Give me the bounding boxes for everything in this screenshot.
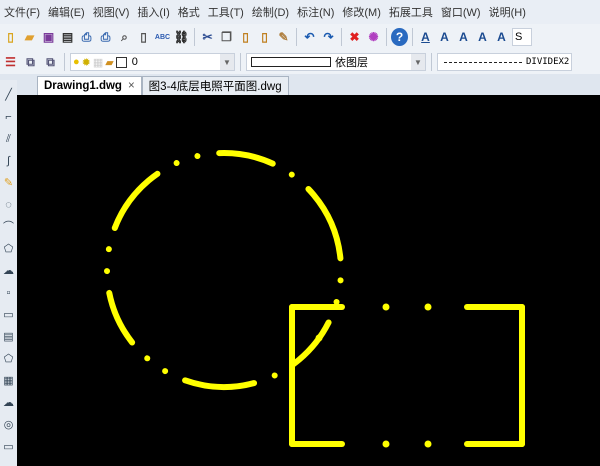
revcloud-icon[interactable]: ☁ xyxy=(3,262,14,280)
tab-label: 图3-4底层电照平面图.dwg xyxy=(148,81,282,93)
plot-icon[interactable]: ⎙ xyxy=(78,28,95,46)
save-icon[interactable]: ▣ xyxy=(40,28,57,46)
help-icon[interactable]: ? xyxy=(391,28,408,46)
separator xyxy=(412,28,413,46)
rectangle-icon[interactable]: ▭ xyxy=(3,306,13,324)
drawing-canvas[interactable] xyxy=(17,95,600,466)
menu-window[interactable]: 窗口(W) xyxy=(437,4,485,20)
color-label: 依图层 xyxy=(335,57,368,69)
print-icon[interactable]: ⎙ xyxy=(97,28,114,46)
menu-extend-tools[interactable]: 拓展工具 xyxy=(385,4,437,20)
publish-icon[interactable]: ▯ xyxy=(135,28,152,46)
menu-format[interactable]: 格式 xyxy=(174,4,204,20)
separator xyxy=(296,28,297,46)
undo-icon[interactable]: ↶ xyxy=(301,28,318,46)
text-style-icon[interactable]: A xyxy=(417,28,434,46)
gradient-icon[interactable]: ▦ xyxy=(3,372,13,390)
layer-color-swatch xyxy=(115,56,127,68)
separator xyxy=(341,28,342,46)
hatch-icon[interactable]: ▤ xyxy=(3,328,13,346)
table-icon[interactable]: ▭ xyxy=(3,438,13,456)
layer-manager-icon[interactable]: ☰ xyxy=(2,53,19,71)
layer-toolbar: ☰ ⧉ ⧉ ● ✹ ▦ ▰ 0 ▼ 依图层 ▼ DIVIDEX2 xyxy=(0,50,600,74)
menu-edit[interactable]: 编辑(E) xyxy=(44,4,89,20)
menu-bar: 文件(F) 编辑(E) 视图(V) 插入(I) 格式 工具(T) 绘制(D) 标… xyxy=(0,0,600,24)
paste-icon[interactable]: ▯ xyxy=(237,28,254,46)
menu-insert[interactable]: 插入(I) xyxy=(133,4,173,20)
find-text-icon[interactable]: A xyxy=(493,28,510,46)
separator xyxy=(431,53,432,71)
preview-icon[interactable]: ⌕ xyxy=(116,28,133,46)
unlock-icon: ▰ xyxy=(105,56,114,69)
circle-icon[interactable]: ◌ xyxy=(5,196,12,214)
arc-icon[interactable]: ⌒ xyxy=(3,218,14,236)
cut-icon[interactable]: ✂ xyxy=(199,28,216,46)
sun-icon: ✹ xyxy=(81,56,91,69)
standard-toolbar: ▯ ▰ ▣ ▤ ⎙ ⎙ ⌕ ▯ ABC ⛓ ✂ ❐ ▯ ▯ ✎ ↶ ↷ ✖ ✺ … xyxy=(0,24,600,50)
select-icon[interactable]: ✺ xyxy=(365,28,382,46)
close-icon[interactable]: × xyxy=(128,80,135,92)
donut-icon[interactable]: ◎ xyxy=(4,416,14,434)
menu-tools[interactable]: 工具(T) xyxy=(204,4,248,20)
freeze-viewport-icon: ▦ xyxy=(92,56,104,69)
linetype-label: DIVIDEX2 xyxy=(526,57,570,67)
layer-state-icon[interactable]: ⧉ xyxy=(42,53,59,71)
drawing-svg xyxy=(59,105,525,448)
open-icon[interactable]: ▰ xyxy=(21,28,38,46)
separator xyxy=(240,53,241,71)
spellcheck-icon[interactable]: ABC xyxy=(154,28,171,46)
layer-name: 0 xyxy=(131,56,138,68)
text-pen-icon[interactable]: A xyxy=(474,28,491,46)
region-icon[interactable]: ⬠ xyxy=(4,350,14,368)
xline-icon[interactable]: ⫽ xyxy=(6,130,11,148)
menu-help[interactable]: 说明(H) xyxy=(485,4,530,20)
tab-drawing1[interactable]: Drawing1.dwg × xyxy=(37,76,142,95)
text-style-value: S xyxy=(515,31,523,43)
chevron-down-icon[interactable]: ▼ xyxy=(411,54,425,70)
separator xyxy=(194,28,195,46)
spline-icon[interactable]: ∫ xyxy=(7,152,10,170)
print-preview-icon[interactable]: ▤ xyxy=(59,28,76,46)
pencil-icon[interactable]: ✎ xyxy=(4,174,13,192)
copy-icon[interactable]: ❐ xyxy=(218,28,235,46)
text-style-combo[interactable]: S xyxy=(512,28,532,46)
tab-label: Drawing1.dwg xyxy=(44,80,122,92)
document-tabs: Drawing1.dwg × 图3-4底层电照平面图.dwg xyxy=(17,74,600,95)
tab-floor-plan[interactable]: 图3-4底层电照平面图.dwg xyxy=(141,76,289,95)
dashed-circle[interactable] xyxy=(59,105,389,435)
rectangle-dots xyxy=(315,303,432,448)
color-swatch xyxy=(251,57,331,67)
menu-view[interactable]: 视图(V) xyxy=(89,4,134,20)
chevron-down-icon[interactable]: ▼ xyxy=(220,54,234,70)
paste-special-icon[interactable]: ▯ xyxy=(256,28,273,46)
menu-modify[interactable]: 修改(M) xyxy=(338,4,385,20)
draw-toolbar: ╱ ⌐ ⫽ ∫ ✎ ◌ ⌒ ⬠ ☁ ▫ ▭ ▤ ⬠ ▦ ☁ ◎ ▭ xyxy=(0,80,17,466)
linetype-sample xyxy=(444,61,522,63)
new-icon[interactable]: ▯ xyxy=(2,28,19,46)
redo-icon[interactable]: ↷ xyxy=(320,28,337,46)
menu-dimension[interactable]: 标注(N) xyxy=(293,4,338,20)
text-icon[interactable]: A xyxy=(436,28,453,46)
layer-previous-icon[interactable]: ⧉ xyxy=(22,53,39,71)
edit-text-icon[interactable]: A xyxy=(455,28,472,46)
delete-icon[interactable]: ✖ xyxy=(346,28,363,46)
polyline-icon[interactable]: ⌐ xyxy=(5,108,11,126)
find-icon[interactable]: ⛓ xyxy=(173,28,190,46)
match-properties-icon[interactable]: ✎ xyxy=(275,28,292,46)
polygon-icon[interactable]: ⬠ xyxy=(4,240,14,258)
lightbulb-icon: ● xyxy=(73,56,80,68)
separator xyxy=(64,53,65,71)
menu-file[interactable]: 文件(F) xyxy=(0,4,44,20)
cloud-icon[interactable]: ☁ xyxy=(3,394,14,412)
point-icon[interactable]: ▫ xyxy=(7,284,11,302)
layer-combo[interactable]: ● ✹ ▦ ▰ 0 ▼ xyxy=(70,53,235,71)
linetype-combo[interactable]: DIVIDEX2 xyxy=(437,53,572,71)
menu-draw[interactable]: 绘制(D) xyxy=(248,4,293,20)
line-icon[interactable]: ╱ xyxy=(5,86,12,104)
color-combo[interactable]: 依图层 ▼ xyxy=(246,53,426,71)
separator xyxy=(386,28,387,46)
